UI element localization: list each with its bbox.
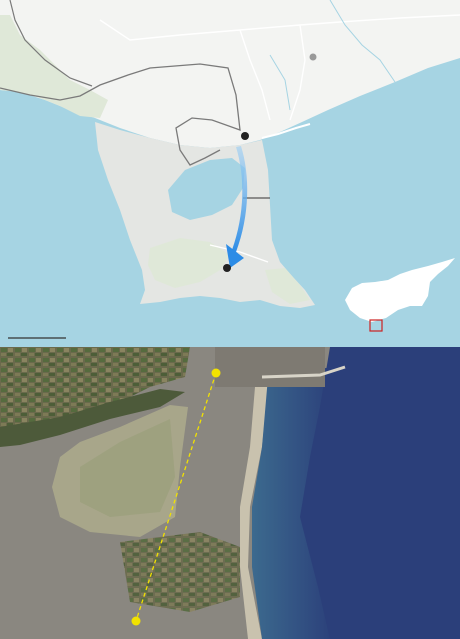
port-area bbox=[215, 347, 325, 387]
end-marker bbox=[131, 616, 141, 626]
destination-marker bbox=[223, 264, 231, 272]
locator-map bbox=[0, 0, 460, 347]
satellite-image bbox=[0, 347, 460, 639]
farmland-south bbox=[120, 532, 240, 612]
start-marker bbox=[211, 368, 221, 378]
city-marker bbox=[309, 53, 317, 61]
map-svg bbox=[0, 0, 460, 347]
origin-marker bbox=[241, 132, 249, 140]
deep-sea bbox=[300, 347, 460, 639]
satellite-svg bbox=[0, 347, 460, 639]
